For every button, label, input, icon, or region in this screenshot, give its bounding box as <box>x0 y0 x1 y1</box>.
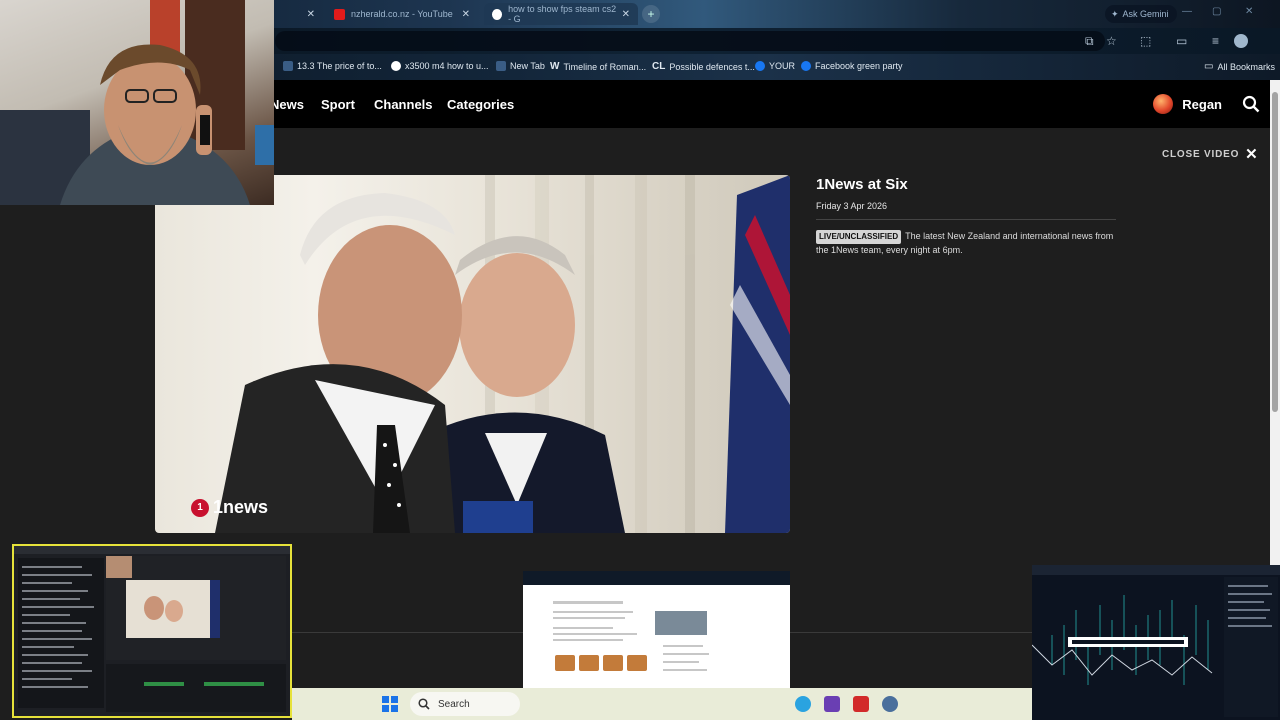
settings-gear-icon[interactable] <box>882 696 898 712</box>
desktop-screen: ✕ nzherald.co.nz - YouTube ✕ how to show… <box>0 0 1280 720</box>
youtube-icon <box>334 8 345 20</box>
user-menu[interactable]: Regan <box>1153 94 1222 114</box>
bookmark-item[interactable]: New Tab <box>496 61 545 71</box>
page-icon <box>496 61 506 71</box>
folder-icon: ▭ <box>1204 61 1214 72</box>
bookmark-item[interactable]: x3500 m4 how to u... <box>391 61 489 71</box>
thumbnail-preview <box>14 546 290 712</box>
close-video-button[interactable]: CLOSE VIDEO ✕ <box>1162 145 1259 163</box>
webcam-overlay <box>0 0 274 205</box>
window-thumbnail-chart[interactable] <box>1032 565 1280 720</box>
minimize-icon[interactable]: — <box>1182 6 1192 17</box>
close-tab-icon[interactable]: ✕ <box>307 9 315 20</box>
facebook-icon <box>755 61 765 71</box>
app-icon[interactable] <box>853 696 869 712</box>
bookmark-star-icon[interactable]: ☆ <box>1106 34 1117 48</box>
wikipedia-icon: W <box>550 61 560 72</box>
search-icon[interactable] <box>1242 95 1260 113</box>
install-app-icon[interactable]: ⧉ <box>1085 34 1094 49</box>
avatar <box>1153 94 1174 114</box>
window-thumbnail-streaming[interactable] <box>12 544 292 718</box>
taskbar: Search <box>292 688 1032 720</box>
browser-tab[interactable]: nzherald.co.nz - YouTube ✕ <box>326 3 478 25</box>
download-icon[interactable]: ≡ <box>1212 34 1219 48</box>
sparkle-icon: ✦ <box>1111 8 1119 19</box>
scrollbar-thumb[interactable] <box>1272 92 1278 412</box>
search-icon <box>418 698 430 710</box>
bookmark-label: 13.3 The price of to... <box>297 61 382 71</box>
media-icon[interactable]: ▭ <box>1176 34 1187 48</box>
gemini-button[interactable]: ✦ Ask Gemini <box>1105 5 1177 23</box>
bookmark-item[interactable]: YOUR <box>755 61 795 71</box>
status-badge: LIVE/UNCLASSIFIED <box>816 230 902 244</box>
extensions-icon[interactable]: ⬚ <box>1140 34 1151 48</box>
bookmark-label: New Tab <box>510 61 545 71</box>
brand-logo-mark: 1 <box>191 498 209 517</box>
bookmark-label: YOUR <box>769 61 796 71</box>
episode-description-block: LIVE/UNCLASSIFIED The latest New Zealand … <box>816 230 1116 256</box>
episode-date: Friday 3 Apr 2026 <box>816 201 888 211</box>
google-icon <box>492 8 503 20</box>
windows-start-icon[interactable] <box>382 696 398 712</box>
browser-tab[interactable]: ✕ <box>275 3 323 25</box>
divider <box>816 219 1116 220</box>
telegram-icon[interactable] <box>795 696 811 712</box>
thumbnail-preview <box>1032 565 1280 717</box>
close-tab-icon[interactable]: ✕ <box>462 9 470 20</box>
google-icon <box>391 61 401 71</box>
new-tab-button[interactable]: + <box>642 5 660 23</box>
bookmark-item[interactable]: CL Possible defences t... <box>652 61 755 72</box>
maximize-icon[interactable]: ▢ <box>1212 6 1221 17</box>
brand-logo-text: 1news <box>213 497 269 517</box>
address-bar[interactable] <box>275 31 1105 51</box>
video-frame <box>215 175 790 533</box>
bookmark-label: Possible defences t... <box>669 61 755 72</box>
video-player[interactable]: 1 1news <box>155 175 790 533</box>
close-video-label: CLOSE VIDEO <box>1162 148 1240 160</box>
user-name: Regan <box>1182 96 1222 112</box>
brand-logo: 1 1news <box>191 497 268 518</box>
tab-title: how to show fps steam cs2 - G <box>508 4 617 24</box>
nav-categories[interactable]: Categories <box>447 97 514 112</box>
bookmark-item[interactable]: Facebook green party <box>801 61 903 71</box>
profile-avatar[interactable] <box>1234 34 1248 48</box>
close-icon: ✕ <box>1245 146 1259 163</box>
bookmark-label: Facebook green party <box>815 61 903 71</box>
all-bookmarks-label: All Bookmarks <box>1217 61 1275 72</box>
app-icon[interactable] <box>824 696 840 712</box>
page-icon <box>283 61 293 71</box>
close-window-icon[interactable]: ✕ <box>1245 6 1253 17</box>
taskbar-search-label: Search <box>438 698 470 710</box>
nav-channels[interactable]: Channels <box>374 97 433 112</box>
gemini-label: Ask Gemini <box>1122 9 1169 19</box>
episode-info: 1News at Six Friday 3 Apr 2026 LIVE/UNCL… <box>816 176 1116 256</box>
browser-tab-active[interactable]: how to show fps steam cs2 - G ✕ <box>484 3 638 25</box>
nav-sport[interactable]: Sport <box>321 97 355 112</box>
bookmark-label: Timeline of Roman... <box>563 61 647 72</box>
facebook-icon <box>801 61 811 71</box>
close-tab-icon[interactable]: ✕ <box>622 9 630 20</box>
bookmark-item[interactable]: W Timeline of Roman... <box>550 61 646 72</box>
webcam-feed <box>0 0 274 205</box>
bookmark-item[interactable]: 13.3 The price of to... <box>283 61 382 71</box>
cl-icon: CL <box>652 61 666 72</box>
nav-news[interactable]: News <box>270 97 304 112</box>
tab-title: nzherald.co.nz - YouTube <box>351 9 453 19</box>
taskbar-search[interactable]: Search <box>410 692 520 716</box>
episode-title: 1News at Six <box>816 176 908 193</box>
bookmark-label: x3500 m4 how to u... <box>405 61 489 71</box>
all-bookmarks-button[interactable]: ▭ All Bookmarks <box>1204 61 1275 72</box>
